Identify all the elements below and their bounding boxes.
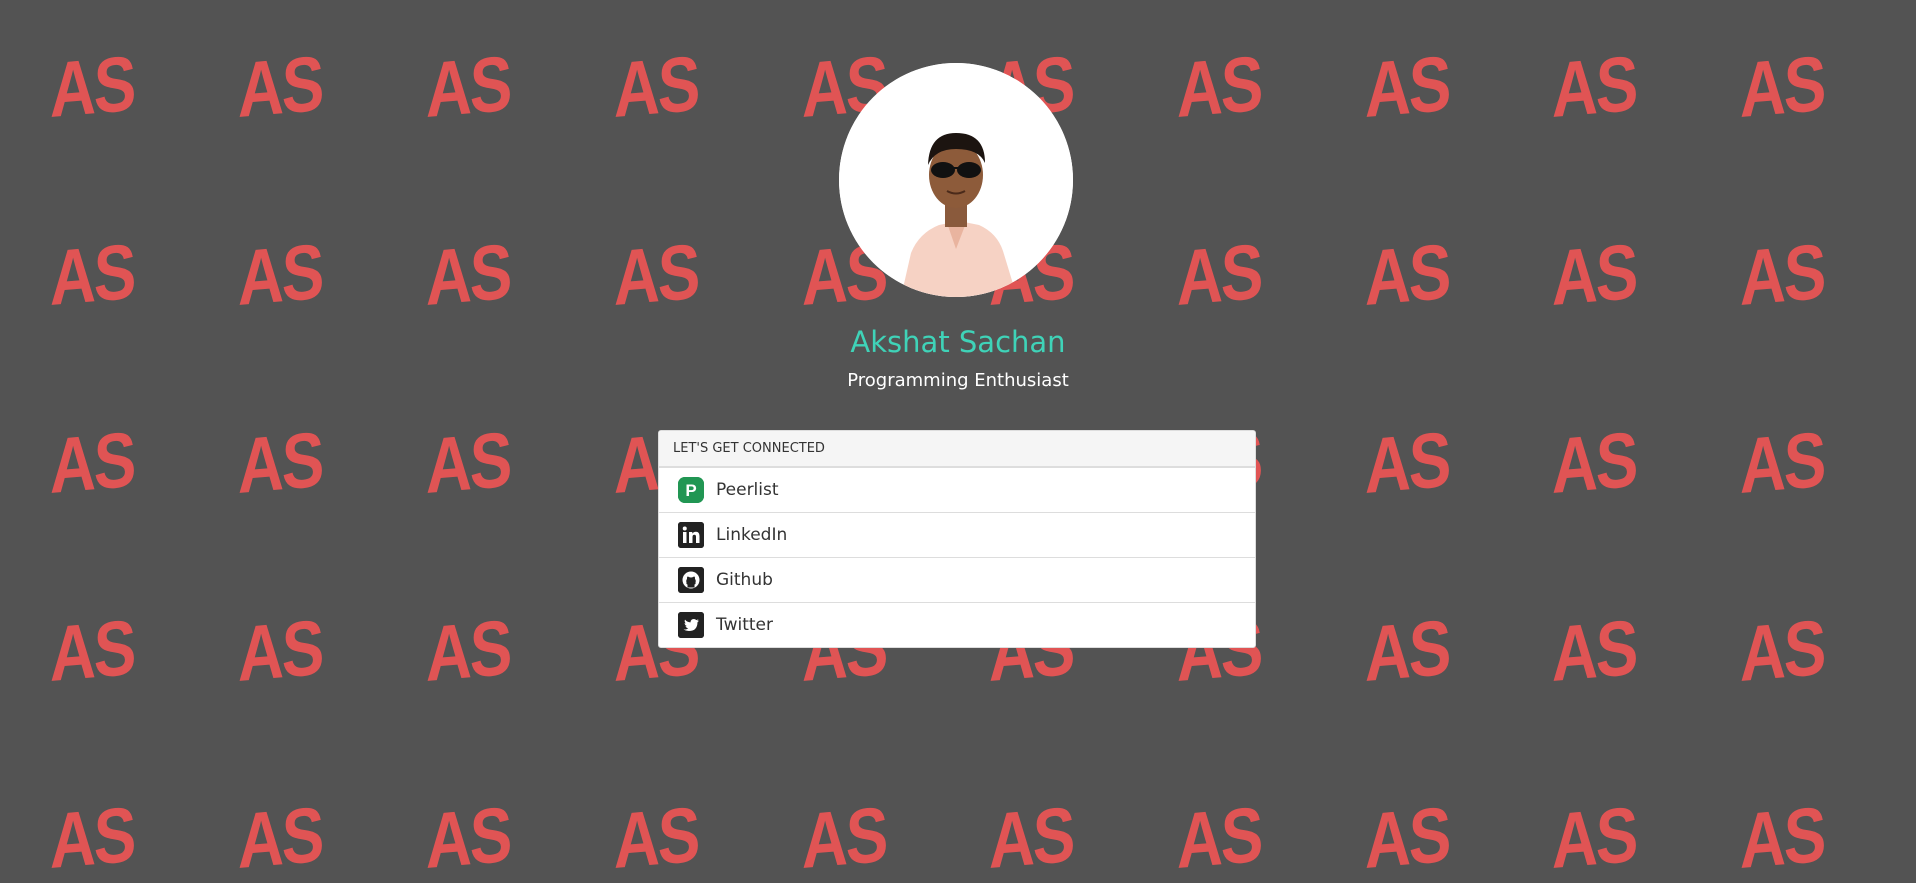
background-as-mark: AS <box>1740 602 1824 698</box>
background-as-mark: AS <box>1552 414 1636 510</box>
github-icon <box>678 567 704 593</box>
background-as-mark: AS <box>1740 789 1824 883</box>
link-label-peerlist: Peerlist <box>716 480 779 500</box>
background-as-mark: AS <box>50 789 134 883</box>
background-as-mark: AS <box>1177 38 1261 135</box>
background-as-mark: AS <box>238 414 322 510</box>
profile-name: Akshat Sachan <box>850 325 1066 359</box>
background-as-mark: AS <box>1365 789 1449 883</box>
background-as-mark: AS <box>1365 226 1449 322</box>
link-label-twitter: Twitter <box>716 615 773 635</box>
background-as-mark: AS <box>1740 38 1824 135</box>
background-as-mark: AS <box>1365 414 1449 510</box>
background-as-mark: AS <box>426 414 510 510</box>
peerlist-icon: P <box>678 477 704 503</box>
background-as-mark: AS <box>1552 226 1636 322</box>
background-as-mark: AS <box>50 38 134 135</box>
background-as-mark: AS <box>238 602 322 698</box>
background-as-mark: AS <box>238 789 322 883</box>
link-label-linkedin: LinkedIn <box>716 525 788 545</box>
background-as-mark: AS <box>614 789 698 883</box>
background-as-mark: AS <box>1552 38 1636 135</box>
background-as-mark: AS <box>614 226 698 322</box>
background-as-mark: AS <box>1177 226 1261 322</box>
background-as-mark: AS <box>50 602 134 698</box>
linkedin-icon <box>678 522 704 548</box>
background-as-mark: AS <box>802 226 886 322</box>
background-as-mark: AS <box>1552 789 1636 883</box>
background-as-mark: AS <box>50 226 134 322</box>
background-as-mark: AS <box>238 226 322 322</box>
background-as-mark: AS <box>426 789 510 883</box>
background-as-mark: AS <box>426 602 510 698</box>
link-linkedin[interactable]: LinkedIn <box>659 512 1255 557</box>
background-as-mark: AS <box>1365 38 1449 135</box>
svg-text:P: P <box>685 481 696 500</box>
background-as-mark: AS <box>1740 414 1824 510</box>
background-as-mark: AS <box>989 789 1073 883</box>
link-label-github: Github <box>716 570 773 590</box>
link-twitter[interactable]: Twitter <box>659 602 1255 647</box>
twitter-icon <box>678 612 704 638</box>
profile-tagline: Programming Enthusiast <box>847 370 1069 391</box>
background-as-mark: AS <box>614 38 698 135</box>
background-as-mark: AS <box>426 226 510 322</box>
background-as-mark: AS <box>1365 602 1449 698</box>
background-as-mark: AS <box>1552 602 1636 698</box>
background-as-mark: AS <box>802 789 886 883</box>
link-peerlist[interactable]: P Peerlist <box>659 467 1255 512</box>
background-as-mark: AS <box>1177 789 1261 883</box>
avatar <box>839 63 1073 297</box>
background-as-mark: AS <box>1740 226 1824 322</box>
profile-photo <box>839 63 1073 297</box>
background-as-mark: AS <box>50 414 134 510</box>
connect-card-header: LET'S GET CONNECTED <box>659 431 1255 467</box>
connect-card: LET'S GET CONNECTED P Peerlist LinkedIn <box>658 430 1256 648</box>
link-github[interactable]: Github <box>659 557 1255 602</box>
background-as-mark: AS <box>238 38 322 135</box>
background-as-mark: AS <box>426 38 510 135</box>
